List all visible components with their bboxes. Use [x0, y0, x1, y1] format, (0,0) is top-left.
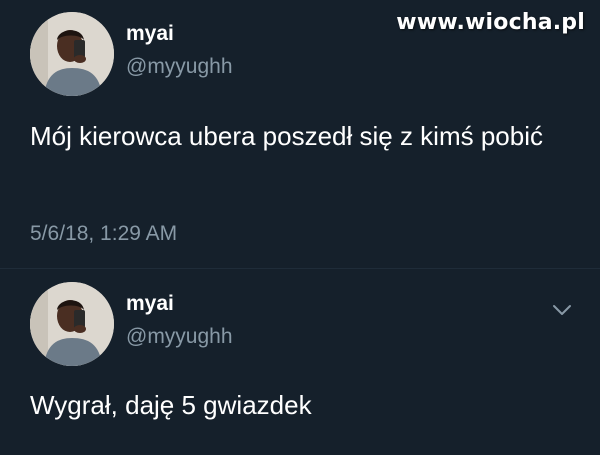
avatar-photo-icon [30, 282, 114, 366]
avatar-photo-icon [30, 12, 114, 96]
user-handle[interactable]: @myyughh [126, 325, 233, 349]
tweet-text: Wygrał, daję 5 gwiazdek [30, 390, 312, 420]
tweet-main: myai @myyughh Mój kierowca ubera poszedł… [0, 0, 600, 270]
avatar[interactable] [30, 282, 114, 366]
chevron-down-icon[interactable] [550, 300, 574, 320]
avatar[interactable] [30, 12, 114, 96]
tweet-reply: myai @myyughh Wygrał, daję 5 gwiazdek [0, 270, 600, 455]
user-handle[interactable]: @myyughh [126, 55, 233, 79]
display-name[interactable]: myai [126, 292, 174, 316]
tweet-timestamp[interactable]: 5/6/18, 1:29 AM [30, 222, 177, 246]
divider [0, 268, 600, 269]
display-name[interactable]: myai [126, 22, 174, 46]
tweet-text: Mój kierowca ubera poszedł się z kimś po… [30, 121, 543, 151]
